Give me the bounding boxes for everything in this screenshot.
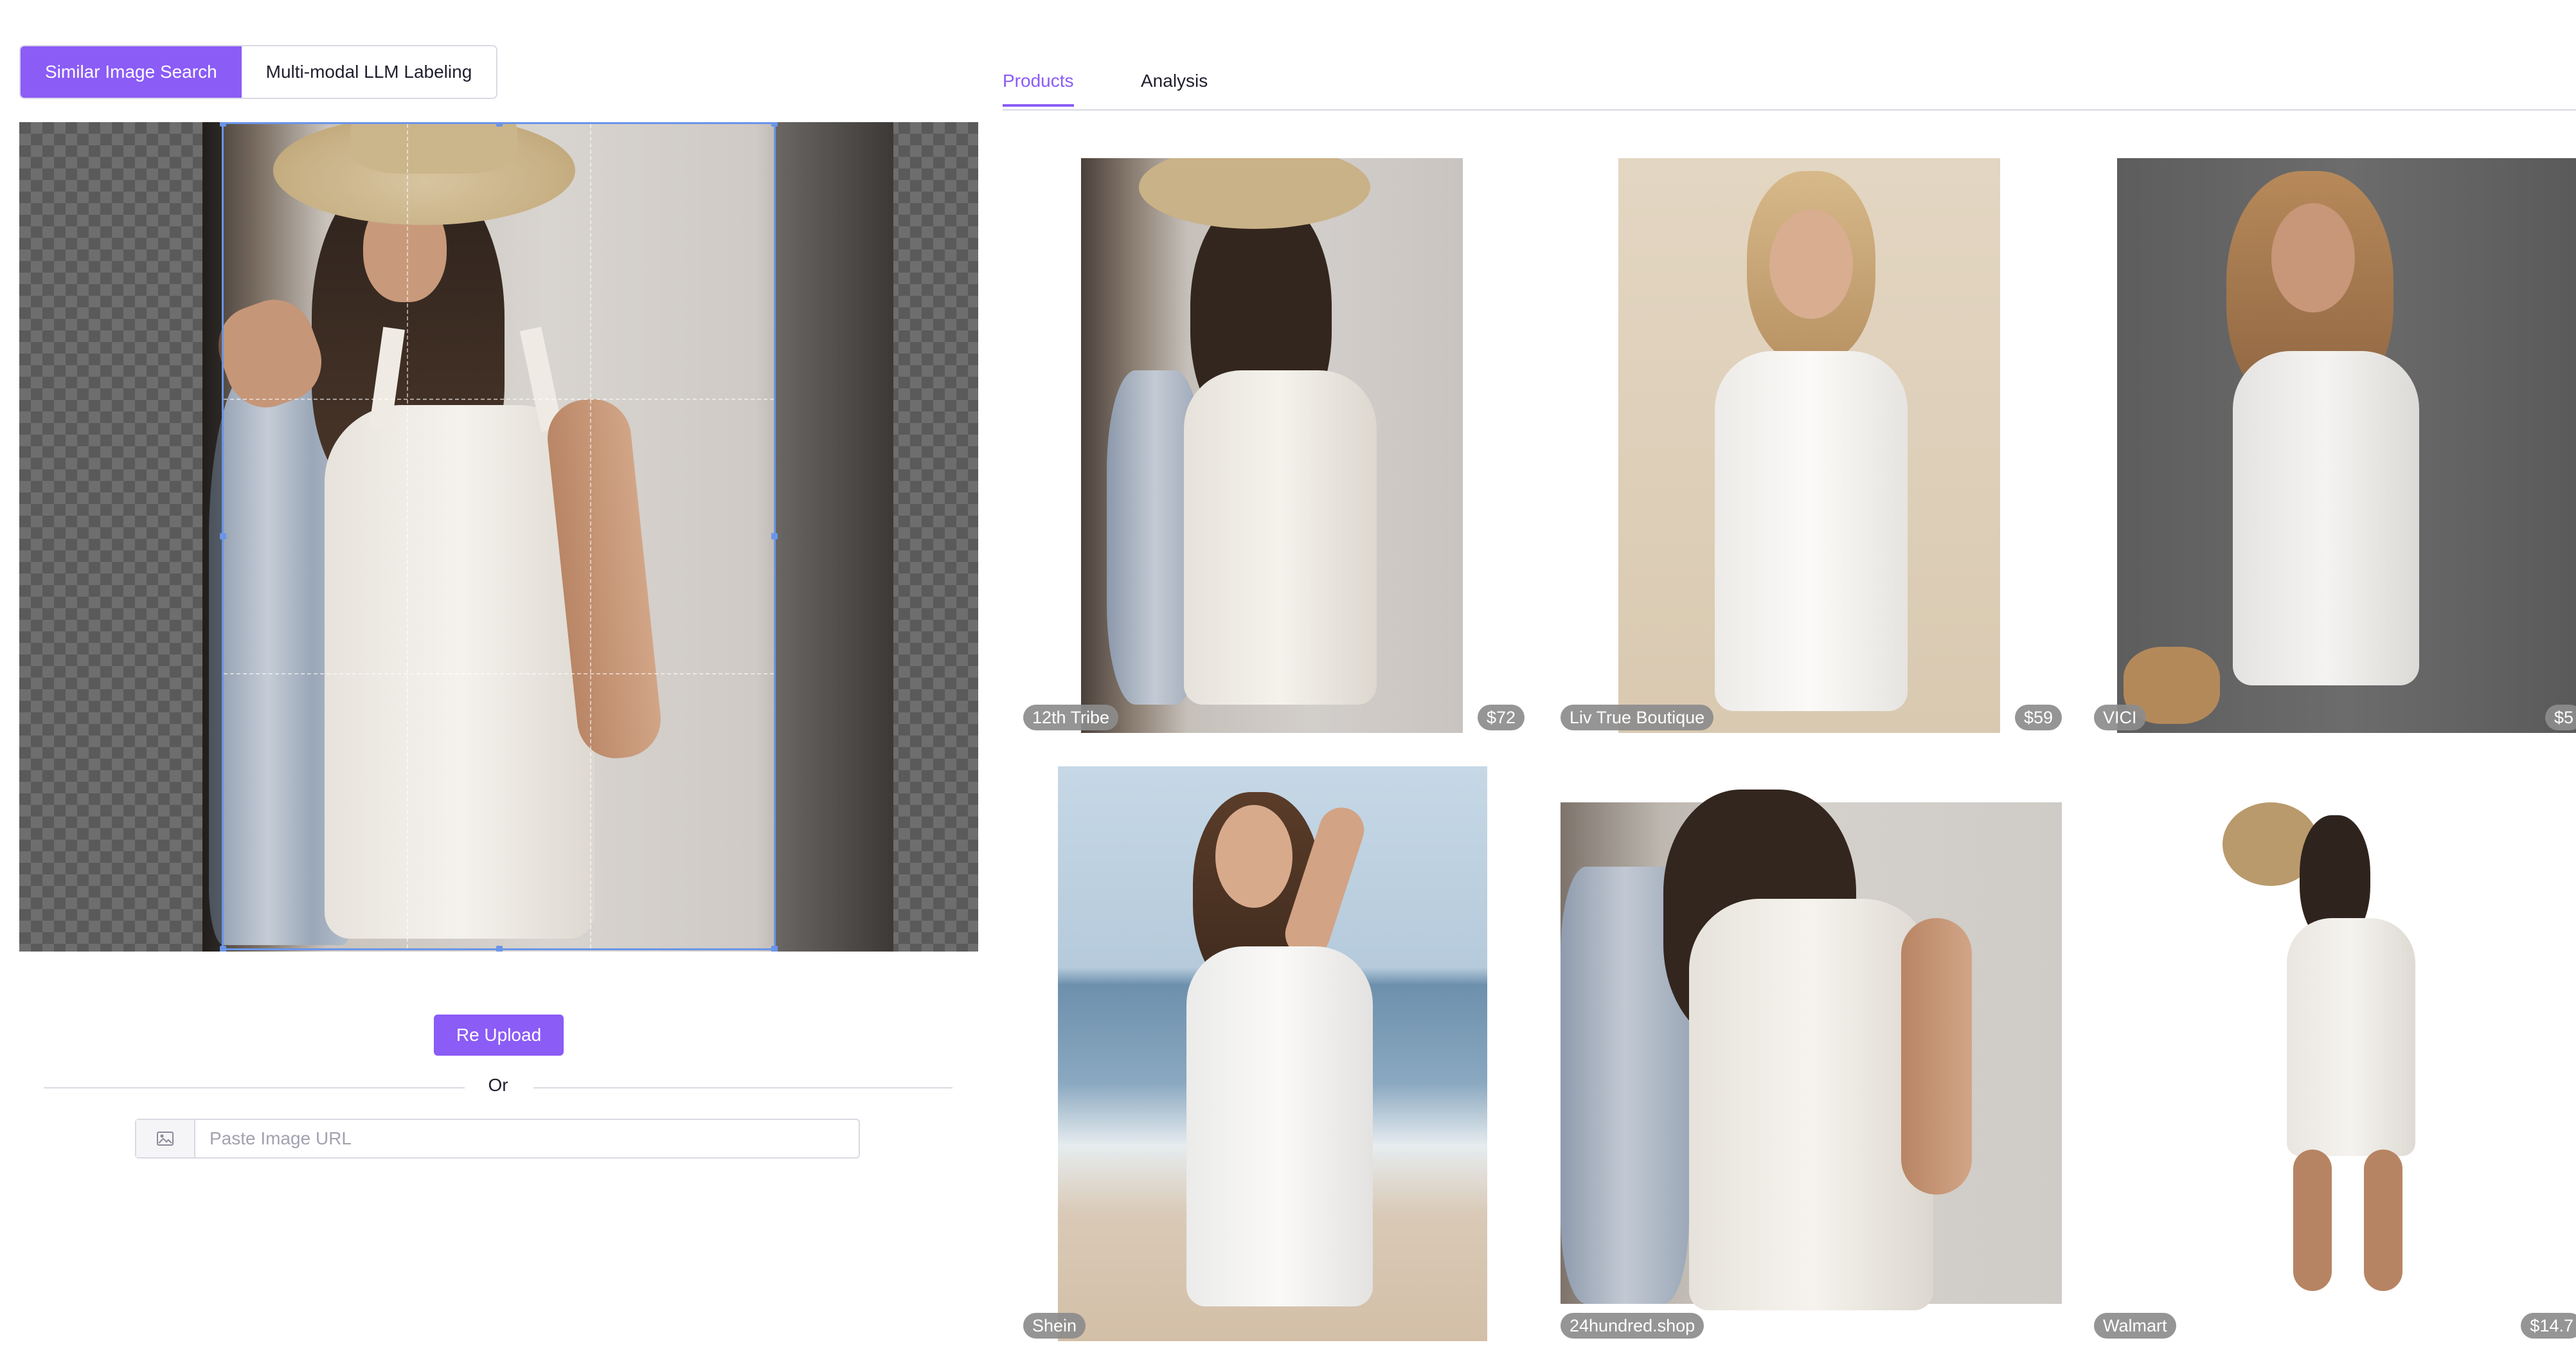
crop-handle-top[interactable] <box>496 122 503 127</box>
crop-handle-left[interactable] <box>220 533 226 539</box>
store-label: 24hundred.shop <box>1561 1313 1704 1339</box>
price-label: $72 <box>1477 705 1525 730</box>
product-image <box>1561 790 2062 1310</box>
product-card[interactable]: 24hundred.shop <box>1561 766 2062 1341</box>
crop-mask-right <box>776 122 893 952</box>
product-image <box>2223 802 2480 1304</box>
product-card[interactable]: VICI $5 <box>2094 158 2576 733</box>
product-card[interactable]: Shein <box>1023 766 1525 1341</box>
store-label: Liv True Boutique <box>1561 705 1714 730</box>
tab-products[interactable]: Products <box>1003 71 1074 107</box>
divider-left <box>44 1087 465 1088</box>
product-card[interactable]: 12th Tribe $72 <box>1023 158 1525 733</box>
product-card[interactable]: Walmart $14.7 <box>2094 766 2576 1341</box>
re-upload-button[interactable]: Re Upload <box>434 1015 564 1056</box>
or-label: Or <box>488 1075 508 1095</box>
crop-handle-right[interactable] <box>771 533 778 539</box>
product-image <box>2117 158 2576 733</box>
price-label: $59 <box>2014 705 2062 730</box>
tab-analysis[interactable]: Analysis <box>1141 71 1208 104</box>
store-label: Shein <box>1023 1313 1086 1339</box>
product-image <box>1058 766 1487 1341</box>
crop-mask-left <box>202 122 222 952</box>
image-url-input[interactable] <box>195 1120 859 1157</box>
price-label: $5 <box>2545 705 2576 730</box>
image-crop-editor[interactable] <box>19 122 978 952</box>
product-image <box>1618 158 2000 733</box>
divider-right <box>533 1087 953 1088</box>
crop-handle-bottom-left[interactable] <box>220 946 226 952</box>
crop-selection[interactable] <box>220 122 778 952</box>
crop-handle-bottom[interactable] <box>496 946 503 952</box>
store-label: 12th Tribe <box>1023 705 1119 730</box>
image-icon <box>136 1120 195 1157</box>
multimodal-llm-labeling-tab[interactable]: Multi-modal LLM Labeling <box>241 46 497 98</box>
crop-handle-bottom-right[interactable] <box>771 946 778 952</box>
similar-image-search-tab[interactable]: Similar Image Search <box>21 46 242 98</box>
results-tabs: Products Analysis <box>1003 64 2576 111</box>
store-label: VICI <box>2094 705 2146 730</box>
crop-handle-top-left[interactable] <box>220 122 226 127</box>
price-label: $14.7 <box>2521 1313 2576 1339</box>
product-card[interactable]: Liv True Boutique $59 <box>1561 158 2062 733</box>
store-label: Walmart <box>2094 1313 2176 1339</box>
search-mode-switch: Similar Image Search Multi-modal LLM Lab… <box>19 45 498 99</box>
image-url-field <box>135 1119 860 1159</box>
product-image <box>1081 158 1463 733</box>
crop-handle-top-right[interactable] <box>771 122 778 127</box>
